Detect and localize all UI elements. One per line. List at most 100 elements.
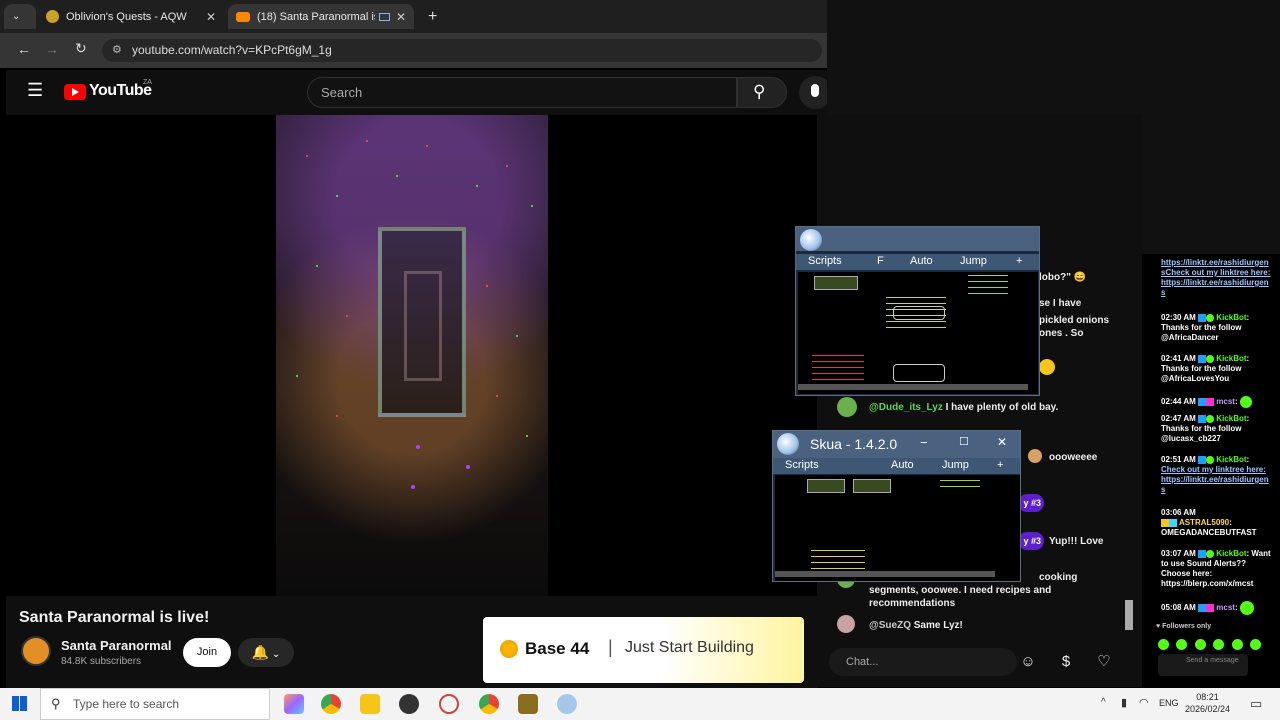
chrome-icon[interactable] <box>479 694 499 714</box>
search-button[interactable]: ⚲ <box>737 77 787 108</box>
subscriber-badge-icon <box>1169 518 1177 527</box>
kick-username[interactable]: KickBot <box>1216 455 1246 464</box>
ad-banner[interactable]: Base 44 | Just Start Building <box>483 617 804 683</box>
skua-game-view[interactable] <box>775 475 1020 581</box>
chevron-down-icon: ⌄ <box>269 649 281 660</box>
emote-icon <box>1176 639 1188 651</box>
aqw-launcher-icon[interactable] <box>518 694 538 714</box>
skua-tab-scripts[interactable]: Scripts <box>785 459 819 471</box>
kick-time: 05:08 AM <box>1161 603 1196 613</box>
kick-username[interactable]: KickBot <box>1216 549 1246 558</box>
skua-tab-jump[interactable]: Jump <box>960 255 987 267</box>
emoji-picker-icon[interactable]: ☺ <box>1019 653 1037 671</box>
youtube-favicon-icon <box>236 11 250 22</box>
site-info-icon[interactable]: ⚙ <box>112 39 122 62</box>
network-icon[interactable]: ◠ <box>1139 696 1149 709</box>
address-bar-row: ← → ↻ ⚙ youtube.com/watch?v=KPcPt6gM_1g <box>0 33 827 68</box>
kick-message: 02:41 AM KickBot: Thanks for the follow … <box>1161 354 1250 383</box>
copilot-icon[interactable] <box>284 694 304 714</box>
skua-tab-scripts[interactable]: Scripts <box>808 255 842 267</box>
heart-icon[interactable]: ♡ <box>1095 653 1113 671</box>
skua-tab-jump[interactable]: Jump <box>942 459 969 471</box>
kick-time: 02:47 AM <box>1161 414 1196 423</box>
kick-message: 05:08 AM mcst: <box>1161 601 1271 615</box>
kick-username[interactable]: mcst <box>1216 603 1235 612</box>
chat-author[interactable]: @Dude_its_Lyz <box>869 402 943 413</box>
kick-username[interactable]: ASTRAL5090 <box>1179 518 1229 527</box>
windows-start-icon[interactable] <box>12 696 27 711</box>
app-icon[interactable] <box>439 694 459 714</box>
microphone-icon <box>811 84 819 97</box>
skua-window-main[interactable]: Scripts F Auto Jump + <box>795 226 1040 396</box>
close-icon[interactable]: ✕ <box>396 10 406 24</box>
forward-arrow-icon[interactable]: → <box>45 41 59 57</box>
channel-name[interactable]: Santa Paranormal <box>61 638 172 653</box>
windows-taskbar: ⚲ Type here to search ^ ▮ ◠ ENG 08:21 20… <box>0 688 1280 720</box>
language-indicator[interactable]: ENG <box>1159 698 1179 708</box>
chat-input[interactable]: Chat... <box>829 648 1017 676</box>
chevron-up-icon[interactable]: ^ <box>1101 697 1106 708</box>
skua-tab-add[interactable]: + <box>997 459 1003 471</box>
emote-bar[interactable] <box>1158 636 1278 651</box>
join-button[interactable]: Join <box>183 638 231 667</box>
aqw-favicon-icon <box>46 10 59 23</box>
chat-fragment: ones . So <box>1039 328 1084 339</box>
url-field[interactable]: ⚙ youtube.com/watch?v=KPcPt6gM_1g <box>102 39 822 62</box>
chrome-icon[interactable] <box>321 694 341 714</box>
emote-icon <box>1239 396 1252 408</box>
super-chat-icon[interactable]: $ <box>1057 653 1075 671</box>
kick-message: 03:06 AM ASTRAL5090: OMEGADANCEBUTFAST <box>1161 508 1257 537</box>
bell-icon: 🔔 <box>251 644 270 660</box>
hamburger-menu-icon[interactable]: ☰ <box>27 80 43 101</box>
kick-message-text[interactable]: Check out my linktree here: https://link… <box>1161 465 1269 494</box>
tab-title: (18) Santa Paranormal is live <box>257 10 375 23</box>
notifications-button[interactable]: 🔔 ⌄ <box>238 638 294 667</box>
skua-tab-auto[interactable]: Auto <box>910 255 933 267</box>
back-arrow-icon[interactable]: ← <box>17 41 31 57</box>
chat-author[interactable]: @SueZQ <box>869 620 911 631</box>
tab-youtube[interactable]: (18) Santa Paranormal is live ✕ <box>228 4 414 29</box>
tab-aqw[interactable]: Oblivion's Quests - AQW ✕ <box>38 4 224 29</box>
steam-icon[interactable] <box>399 694 419 714</box>
channel-avatar[interactable] <box>21 636 51 666</box>
kick-username[interactable]: KickBot <box>1216 313 1246 322</box>
notification-icon[interactable]: ▭ <box>1250 696 1262 712</box>
battery-icon[interactable]: ▮ <box>1121 696 1127 709</box>
ad-tagline: Just Start Building <box>625 639 754 656</box>
kick-send-input[interactable]: Send a message <box>1158 654 1248 676</box>
skua-icon[interactable] <box>557 694 577 714</box>
kick-time: 02:51 AM <box>1161 455 1196 464</box>
chat-message: @Dude_its_Lyz I have plenty of old bay. <box>869 401 1058 414</box>
emote-icon <box>1231 639 1243 651</box>
skua-game-view[interactable] <box>798 272 1038 394</box>
reload-icon[interactable]: ↻ <box>75 40 87 57</box>
maximize-icon[interactable]: ☐ <box>959 435 969 448</box>
kick-username[interactable]: mcst <box>1216 397 1235 406</box>
clock-date: 2026/02/24 <box>1185 704 1231 714</box>
new-tab-button[interactable]: + <box>420 4 444 29</box>
kick-message-text[interactable]: https://linktr.ee/rashidiurgen sCheck ou… <box>1161 258 1270 297</box>
skua-tab-f[interactable]: F <box>877 255 884 267</box>
minimize-icon[interactable]: − <box>920 435 928 450</box>
youtube-logo-icon[interactable] <box>64 84 86 100</box>
taskbar-clock[interactable]: 08:21 2026/02/24 <box>1185 691 1230 715</box>
search-input[interactable]: Search <box>307 77 737 108</box>
skua-tab-auto[interactable]: Auto <box>891 459 914 471</box>
skua-window[interactable]: Skua - 1.4.2.0 − ☐ ✕ Scripts Auto Jump + <box>772 430 1021 582</box>
tab-list-button[interactable]: ⌄ <box>4 4 36 29</box>
tab-title: Oblivion's Quests - AQW <box>66 10 187 23</box>
kick-message-text: Thanks for the follow @AfricaLovesYou <box>1161 364 1242 383</box>
skua-tab-add[interactable]: + <box>1016 255 1022 267</box>
kick-username[interactable]: KickBot <box>1216 354 1246 363</box>
video-player[interactable] <box>6 115 817 596</box>
close-icon[interactable]: ✕ <box>206 10 216 24</box>
badge-icon <box>1198 398 1207 406</box>
skua-titlebar[interactable] <box>796 227 1039 251</box>
kick-username[interactable]: KickBot <box>1216 414 1246 423</box>
chat-fragment: lobo?" 😄 <box>1039 272 1087 283</box>
taskbar-search-input[interactable]: ⚲ Type here to search <box>40 688 270 720</box>
kick-time: 02:44 AM <box>1161 397 1196 407</box>
file-explorer-icon[interactable] <box>360 694 380 714</box>
close-icon[interactable]: ✕ <box>997 435 1007 449</box>
chat-scrollbar[interactable] <box>1125 600 1133 630</box>
